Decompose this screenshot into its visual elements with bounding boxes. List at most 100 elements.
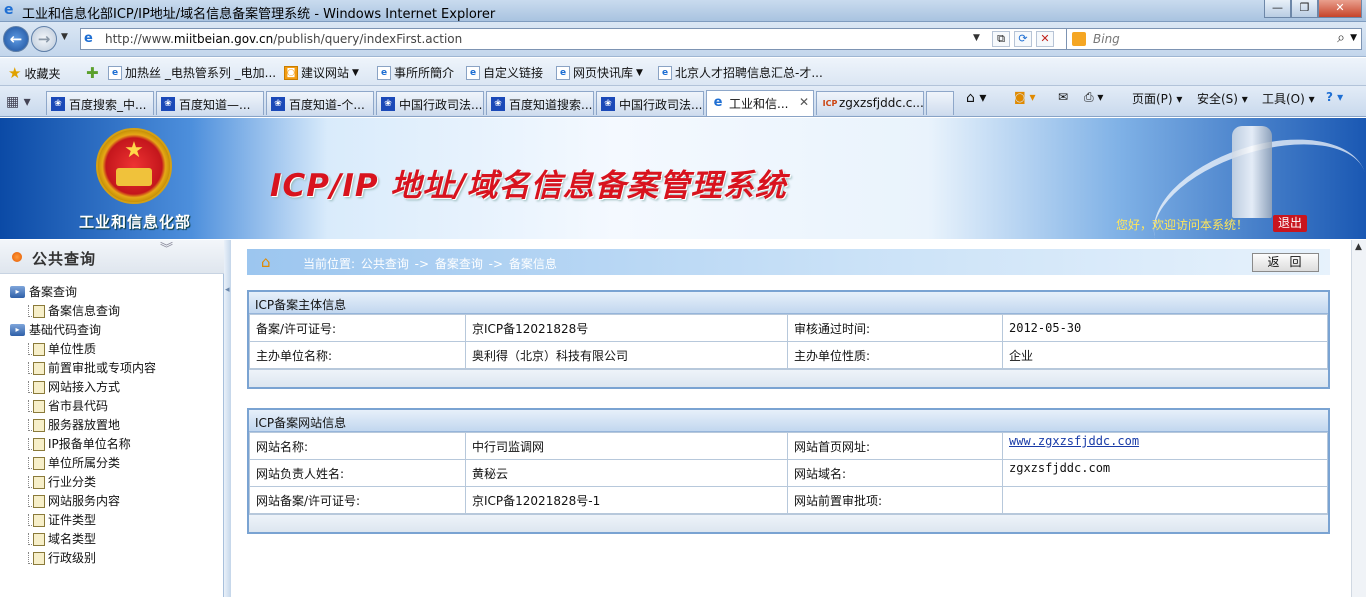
mail-icon[interactable]: ✉: [1058, 90, 1068, 104]
ie-logo-icon: e: [4, 2, 14, 18]
tools-menu[interactable]: 工具(O) ▾: [1262, 90, 1315, 107]
site-banner: ★ 工业和信息化部 ICP/IP 地址/域名信息备案管理系统 您好，欢迎访问本系…: [0, 118, 1366, 239]
safety-menu[interactable]: 安全(S) ▾: [1197, 90, 1248, 107]
browser-tab[interactable]: ❀ 百度知道搜索...: [486, 91, 594, 115]
ministry-name: 工业和信息化部: [79, 213, 192, 231]
page-icon: e: [108, 65, 122, 80]
folder-icon: ▸: [10, 285, 25, 298]
browser-tab[interactable]: ❀ 百度知道-个...: [266, 91, 374, 115]
sidebar-item[interactable]: 行业分类: [28, 473, 96, 490]
help-icon[interactable]: ? ▾: [1326, 90, 1343, 104]
history-dropdown-icon[interactable]: ▼: [61, 32, 68, 42]
browser-tab[interactable]: ICP zgxzsfjddc.c...: [816, 91, 924, 115]
panel-title: ICP备案主体信息: [249, 292, 1328, 314]
address-bar[interactable]: e http://www.miitbeian.gov.cn/publish/qu…: [80, 28, 1080, 50]
browser-tab[interactable]: ❀ 百度搜索_中...: [46, 91, 154, 115]
sidebar-item[interactable]: 单位性质: [28, 340, 96, 357]
bullet-icon: [12, 252, 22, 262]
field-label: 网站备案/许可证号:: [249, 486, 466, 514]
sidebar-header[interactable]: 公共查询 ︾: [0, 240, 224, 274]
new-tab-button[interactable]: [926, 91, 954, 115]
table-row: 网站备案/许可证号: 京ICP备12021828号-1 网站前置审批项:: [249, 486, 1328, 514]
sidebar-item[interactable]: 单位所属分类: [28, 454, 120, 471]
panel-title: ICP备案网站信息: [249, 410, 1328, 432]
sidebar-group-basic-code-query[interactable]: ▸ 基础代码查询: [10, 321, 101, 338]
sidebar-splitter[interactable]: ◂: [224, 240, 231, 597]
main-content: ⌂ 当前位置: 公共查询 -> 备案查询 -> 备案信息 返回 ICP备案主体信…: [231, 240, 1351, 597]
scroll-up-icon[interactable]: ▲: [1355, 242, 1362, 252]
sidebar-item[interactable]: 服务器放置地: [28, 416, 120, 433]
homepage-url-cell: www.zgxzsfjddc.com: [1002, 432, 1328, 460]
web-slice-icon: e: [556, 65, 570, 80]
field-label: 网站前置审批项:: [787, 486, 1003, 514]
browser-tab[interactable]: ❀ 百度知道—...: [156, 91, 264, 115]
feeds-icon[interactable]: ◙ ▾: [1014, 90, 1035, 104]
favorite-link[interactable]: e 事所所簡介: [377, 64, 454, 81]
search-icon[interactable]: ⌕: [1337, 30, 1345, 46]
sidebar-item[interactable]: 网站服务内容: [28, 492, 120, 509]
ie-page-icon: e: [713, 95, 723, 110]
refresh-icon[interactable]: ⟳: [1014, 31, 1032, 47]
document-icon: [28, 304, 45, 318]
field-label: 网站域名:: [787, 459, 1003, 487]
homepage-link[interactable]: www.zgxzsfjddc.com: [1009, 434, 1139, 448]
browser-tab-active[interactable]: e 工业和信... ✕: [706, 90, 814, 116]
navigation-bar: ← → ▼ e http://www.miitbeian.gov.cn/publ…: [0, 22, 1366, 57]
sidebar: 公共查询 ︾ ▸ 备案查询 备案信息查询 ▸ 基础代码查询 单位性质 前置审批或专项…: [0, 240, 224, 597]
add-favorite-icon[interactable]: ✚: [86, 64, 99, 82]
website-info-table: 网站名称: 中行司监调网 网站首页网址: www.zgxzsfjddc.com …: [249, 432, 1328, 514]
page-menu[interactable]: 页面(P) ▾: [1132, 90, 1182, 107]
logout-button[interactable]: 退出: [1273, 215, 1307, 232]
print-icon[interactable]: ⎙ ▾: [1084, 90, 1103, 105]
document-icon: [28, 437, 45, 451]
sidebar-group-record-query[interactable]: ▸ 备案查询: [10, 283, 77, 300]
browser-tab[interactable]: ❀ 中国行政司法...: [376, 91, 484, 115]
window-titlebar: e 工业和信息化部ICP/IP地址/域名信息备案管理系统 - Windows I…: [0, 0, 1366, 22]
sidebar-item[interactable]: 行政级别: [28, 549, 96, 566]
home-icon[interactable]: ⌂ ▾: [966, 90, 986, 106]
address-url[interactable]: http://www.miitbeian.gov.cn/publish/quer…: [105, 32, 462, 46]
quick-tabs-icon[interactable]: ▦ ▾: [6, 94, 31, 110]
forward-icon[interactable]: →: [31, 26, 57, 52]
maximize-button[interactable]: ❐: [1291, 0, 1318, 18]
stop-icon[interactable]: ✕: [1036, 31, 1054, 47]
compatibility-view-icon[interactable]: ⧉: [992, 31, 1010, 47]
field-label: 网站负责人姓名:: [249, 459, 466, 487]
close-window-button[interactable]: ✕: [1318, 0, 1362, 18]
sidebar-item[interactable]: 域名类型: [28, 530, 96, 547]
vertical-scrollbar[interactable]: ▲: [1351, 240, 1366, 597]
back-icon[interactable]: ←: [3, 26, 29, 52]
field-label: 网站名称:: [249, 432, 466, 460]
browser-tab[interactable]: ❀ 中国行政司法...: [596, 91, 704, 115]
sidebar-item[interactable]: 前置审批或专项内容: [28, 359, 156, 376]
favorite-link[interactable]: e 北京人才招聘信息汇总-才...: [658, 64, 823, 81]
field-value: 京ICP备12021828号-1: [465, 486, 788, 514]
page-icon: e: [466, 65, 480, 80]
sidebar-title: 公共查询: [32, 250, 97, 268]
minimize-button[interactable]: —: [1264, 0, 1291, 18]
field-value: 中行司监调网: [465, 432, 788, 460]
baidu-icon: ❀: [51, 97, 65, 111]
sidebar-item[interactable]: 证件类型: [28, 511, 96, 528]
sidebar-item[interactable]: 省市县代码: [28, 397, 108, 414]
document-icon: [28, 399, 45, 413]
favorite-link[interactable]: e 自定义链接: [466, 64, 543, 81]
splitter-grip-icon[interactable]: ◂: [225, 285, 230, 295]
search-input[interactable]: Bing: [1093, 32, 1120, 46]
baidu-icon: ❀: [601, 97, 615, 111]
sidebar-item[interactable]: 网站接入方式: [28, 378, 120, 395]
address-dropdown-icon[interactable]: ▼: [973, 33, 980, 43]
favorite-link[interactable]: e 网页快讯库 ▼: [556, 64, 643, 81]
sidebar-item-record-info-query[interactable]: 备案信息查询: [28, 302, 120, 319]
search-dropdown-icon[interactable]: ▼: [1350, 33, 1357, 43]
search-box[interactable]: Bing ⌕ ▼: [1066, 28, 1362, 50]
favorite-link[interactable]: e 加热丝 _电热管系列 _电加...: [108, 64, 276, 81]
sidebar-item[interactable]: IP报备单位名称: [28, 435, 131, 452]
favorite-link[interactable]: ◙ 建议网站 ▼: [284, 64, 359, 81]
panel-footer: [249, 514, 1328, 532]
collapse-chevron-icon[interactable]: ︾: [160, 243, 173, 256]
favorites-button[interactable]: ★ 收藏夹: [8, 64, 60, 82]
document-icon: [28, 380, 45, 394]
back-button[interactable]: 返回: [1252, 253, 1319, 272]
close-tab-icon[interactable]: ✕: [799, 95, 809, 109]
